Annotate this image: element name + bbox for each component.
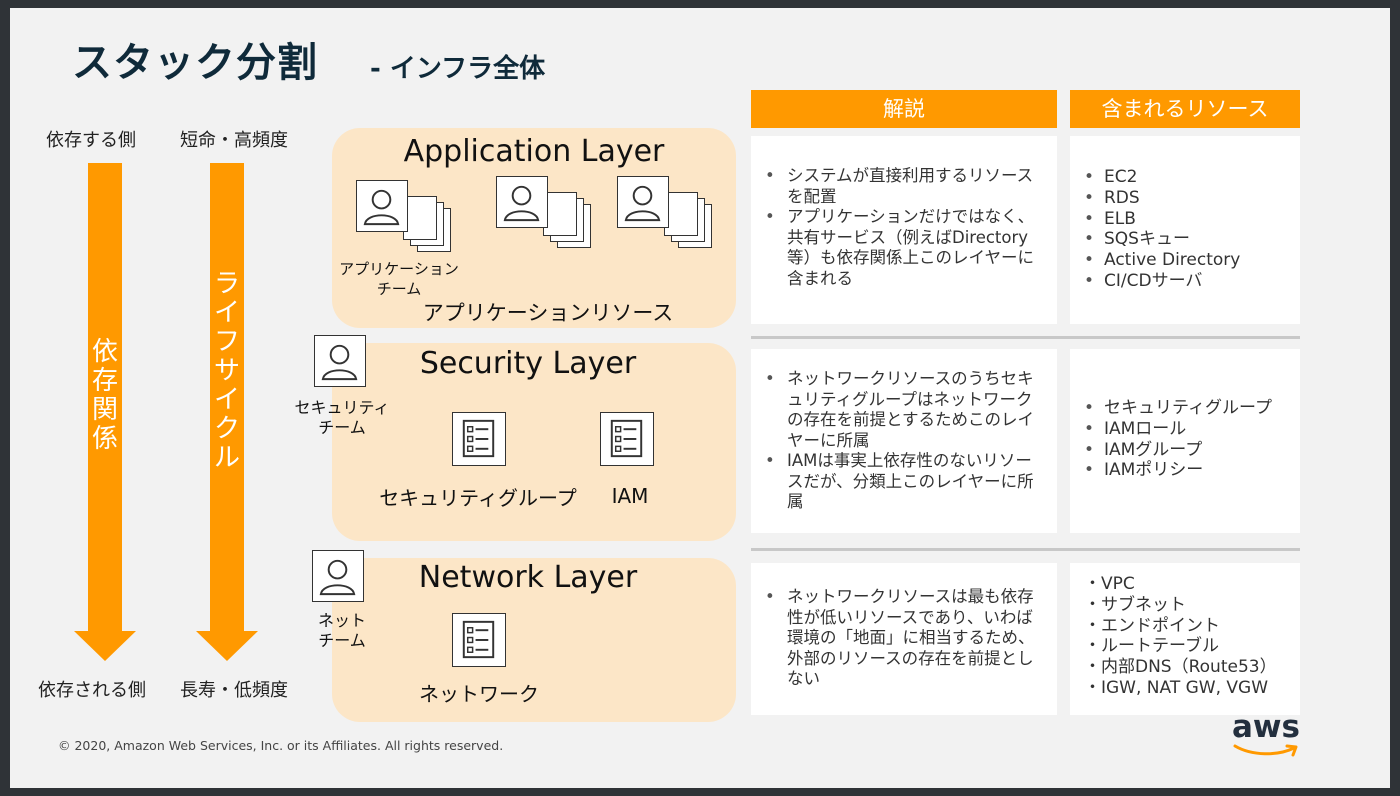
list-item: ・内部DNS（Route53） — [1084, 657, 1277, 678]
resources-box-security: セキュリティグループ IAMロール IAMグループ IAMポリシー — [1070, 349, 1300, 533]
list-document-icon — [452, 613, 506, 667]
list-item: CI/CDサーバ — [1076, 271, 1240, 292]
security-group-label: セキュリティグループ — [379, 486, 577, 510]
life-char: サ — [213, 356, 240, 386]
list-item: アプリケーションだけではなく、共有サービス（例えばDirectory等）も依存関… — [757, 207, 1045, 289]
depended-side-label: 依存される側 — [38, 680, 146, 701]
application-layer-title: Application Layer — [403, 134, 665, 169]
divider — [751, 548, 1300, 551]
life-char: イ — [213, 298, 240, 328]
person-icon — [617, 176, 669, 228]
explanation-box-application: システムが直接利用するリソースを配置 アプリケーションだけではなく、共有サービス… — [751, 136, 1057, 324]
dep-char: 関 — [91, 395, 118, 425]
list-item: ELB — [1076, 209, 1240, 230]
list-item: EC2 — [1076, 167, 1240, 188]
network-team-person-icon — [312, 550, 364, 602]
list-item: Active Directory — [1076, 250, 1240, 271]
app-team-label: アプリケーション チーム — [339, 260, 459, 298]
explanation-header: 解説 — [751, 90, 1057, 128]
slide: スタック分割 - インフラ全体 依存する側 短命・高頻度 依存される側 長寿・低… — [10, 8, 1390, 788]
explanation-box-network: ネットワークリソースは最も依存性が低いリソースであり、いわば環境の「地面」に相当… — [751, 563, 1057, 715]
resources-box-network: ・VPC ・サブネット ・エンドポイント ・ルートテーブル ・内部DNS（Rou… — [1070, 563, 1300, 715]
aws-logo-text: aws — [1232, 709, 1301, 745]
list-item: RDS — [1076, 188, 1240, 209]
list-item: IAMポリシー — [1076, 460, 1272, 481]
person-icon — [356, 180, 408, 232]
dep-char: 存 — [91, 366, 118, 396]
list-item: システムが直接利用するリソースを配置 — [757, 166, 1045, 207]
resources-box-application: EC2 RDS ELB SQSキュー Active Directory CI/C… — [1070, 136, 1300, 324]
page-subtitle: - インフラ全体 — [370, 54, 546, 84]
iam-label: IAM — [611, 484, 649, 508]
long-lived-label: 長寿・低頻度 — [180, 680, 288, 701]
application-resource-label: アプリケーションリソース — [422, 301, 674, 325]
list-item: ・VPC — [1084, 574, 1135, 594]
life-char: ル — [213, 443, 240, 473]
person-icon — [496, 176, 548, 228]
list-item: ネットワークリソースのうちセキュリティグループはネットワークの存在を前提とするた… — [757, 369, 1045, 451]
list-item: SQSキュー — [1076, 229, 1240, 250]
explanation-box-security: ネットワークリソースのうちセキュリティグループはネットワークの存在を前提とするた… — [751, 349, 1057, 533]
security-team-label: セキュリティ チーム — [294, 398, 390, 437]
security-team-person-icon — [314, 335, 366, 387]
network-team-label: ネット チーム — [317, 611, 366, 650]
life-char: ク — [213, 414, 240, 444]
dep-char: 係 — [91, 424, 118, 454]
list-document-icon — [452, 412, 506, 466]
aws-smile-icon — [1233, 744, 1298, 757]
life-char: イ — [213, 385, 240, 415]
divider — [751, 336, 1300, 339]
network-resource-label: ネットワーク — [419, 682, 539, 706]
security-layer-title: Security Layer — [419, 346, 637, 381]
list-item: ネットワークリソースは最も依存性が低いリソースであり、いわば環境の「地面」に相当… — [757, 587, 1045, 690]
life-char: ラ — [213, 269, 240, 299]
list-item: IAMグループ — [1076, 440, 1272, 461]
list-item: セキュリティグループ — [1076, 398, 1272, 419]
life-char: フ — [213, 327, 240, 357]
short-lived-label: 短命・高頻度 — [180, 130, 288, 151]
dependent-side-label: 依存する側 — [46, 130, 136, 151]
list-item: IAMロール — [1076, 419, 1272, 440]
list-item: ・サブネット — [1084, 594, 1186, 615]
list-item: ・ルートテーブル — [1084, 636, 1219, 657]
aws-logo: aws — [1232, 710, 1302, 764]
network-layer-title: Network Layer — [418, 560, 638, 595]
list-item: ・IGW, NAT GW, VGW — [1084, 677, 1269, 698]
resources-header: 含まれるリソース — [1070, 90, 1300, 128]
list-item: IAMは事実上依存性のないリソースだが、分類上このレイヤーに所属 — [757, 451, 1045, 513]
copyright-footer: © 2020, Amazon Web Services, Inc. or its… — [58, 738, 504, 753]
list-item: ・エンドポイント — [1084, 615, 1220, 636]
list-document-icon — [600, 412, 654, 466]
dep-char: 依 — [91, 337, 118, 367]
page-title: スタック分割 — [72, 40, 318, 86]
